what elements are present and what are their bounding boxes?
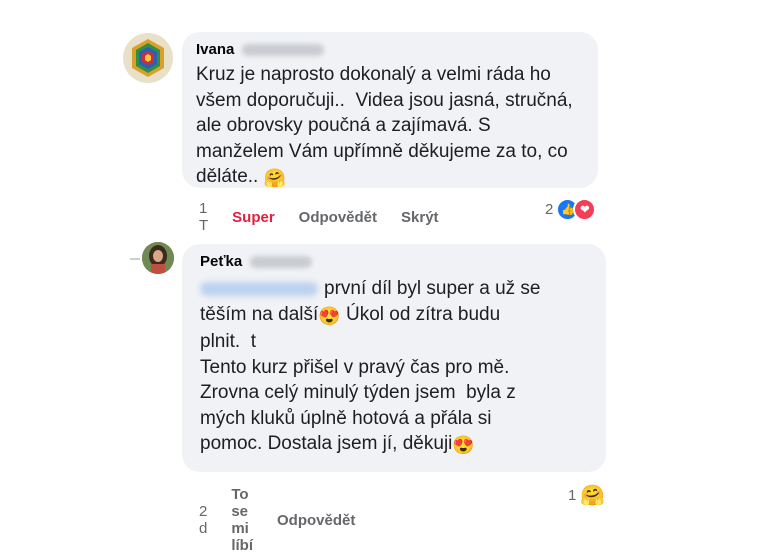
blurred-surname xyxy=(242,43,325,56)
heart-eyes-emoji: 😍 xyxy=(318,305,341,326)
comment-actions: 1 T Super Odpovědět Skrýt xyxy=(199,200,463,234)
love-reaction-icon: ❤ xyxy=(573,198,597,221)
author-name[interactable]: Peťka xyxy=(200,253,242,270)
reply-button[interactable]: Odpovědět xyxy=(277,512,355,529)
heart-eyes-emoji: 😍 xyxy=(452,435,475,455)
comment-author[interactable]: Ivana xyxy=(196,41,584,58)
comment-body: Kruz je naprosto dokonalý a velmi ráda h… xyxy=(196,64,573,187)
hide-button[interactable]: Skrýt xyxy=(401,209,439,226)
comment-text: Kruz je naprosto dokonalý a velmi ráda h… xyxy=(196,62,584,192)
like-button[interactable]: To se mi líbí xyxy=(231,486,253,554)
avatar[interactable] xyxy=(123,33,173,83)
blurred-surname xyxy=(250,255,313,268)
reaction-count: 1 xyxy=(568,487,577,504)
profile-photo-icon xyxy=(142,242,174,274)
avatar[interactable] xyxy=(142,242,174,274)
super-reaction-button[interactable]: Super xyxy=(232,209,275,226)
comment-actions: 2 d To se mi líbí Odpovědět xyxy=(199,486,379,554)
comment-bubble: Peťka první díl byl super a už se těším … xyxy=(182,244,606,472)
reaction-summary[interactable]: 2 👍 ❤ xyxy=(545,198,597,221)
hexagon-logo-icon xyxy=(132,39,164,77)
reaction-summary[interactable]: 1 🤗 xyxy=(568,483,605,508)
timestamp[interactable]: 2 d xyxy=(199,503,207,537)
author-name[interactable]: Ivana xyxy=(196,41,234,58)
reply-thread-line xyxy=(130,258,140,260)
comment-text: první díl byl super a už se těším na dal… xyxy=(200,276,588,459)
timestamp[interactable]: 1 T xyxy=(199,200,208,234)
comment-bubble: Ivana Kruz je naprosto dokonalý a velmi … xyxy=(182,32,598,188)
care-reaction-icon: 🤗 xyxy=(580,485,606,507)
comment-line: první díl byl super a už se xyxy=(324,278,541,299)
comment-author[interactable]: Peťka xyxy=(200,253,588,270)
mention-tag[interactable] xyxy=(200,281,318,296)
reaction-count: 2 xyxy=(545,201,554,218)
comment-line: těším na další xyxy=(200,303,319,325)
reply-button[interactable]: Odpovědět xyxy=(299,209,377,226)
hugging-emoji: 🤗 xyxy=(263,168,287,188)
comment-line: Úkol od zítra budu xyxy=(340,303,501,325)
